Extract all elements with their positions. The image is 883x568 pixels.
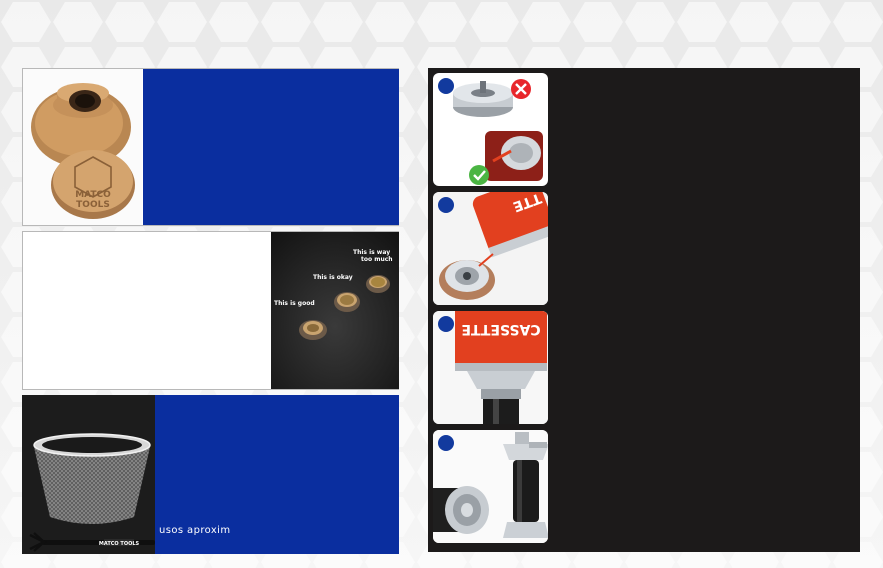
oil-cup-photo: MATCO TOOLS (23, 69, 142, 225)
label-this-is-way: This is way (353, 249, 391, 256)
oil-cup-image: MATCO TOOLS (31, 83, 135, 219)
refill-steps-panel: TTE CASSETTE (428, 68, 860, 552)
step-2-card: TTE (433, 192, 548, 305)
check-circle-icon (469, 165, 489, 185)
step-2-number-badge (438, 197, 454, 213)
oil-amount-panel: This is good This is okay This is way to… (22, 231, 399, 390)
mesh-cup-photo: MATCO TOOLS (22, 395, 155, 554)
label-this-is-okay: This is okay (313, 274, 353, 281)
logo-text-line2: TOOLS (76, 200, 110, 210)
logo-text-line1: MATCO (75, 190, 111, 200)
oil-cup-panel: MATCO TOOLS (22, 68, 399, 226)
step-1-card (433, 73, 548, 186)
mesh-caption: usos aproxim (159, 525, 231, 536)
step-4-number-badge (438, 435, 454, 451)
blue-info-block (143, 69, 399, 225)
step-3-number-badge (438, 316, 454, 332)
label-too-much: too much (361, 256, 393, 263)
mesh-cup-image: MATCO TOOLS (29, 433, 155, 552)
step-1-number-badge (438, 78, 454, 94)
mesh-cup-panel: MATCO TOOLS usos aproxim (22, 395, 399, 554)
brush-brand-text: MATCO TOOLS (99, 541, 140, 547)
step-3-canister-text: CASSETTE (461, 321, 540, 337)
oil-amount-photo: This is good This is okay This is way to… (271, 232, 399, 389)
label-this-is-good: This is good (274, 300, 315, 307)
step-4-card (433, 430, 548, 543)
step-3-card: CASSETTE (433, 311, 548, 424)
x-circle-icon (511, 79, 531, 99)
